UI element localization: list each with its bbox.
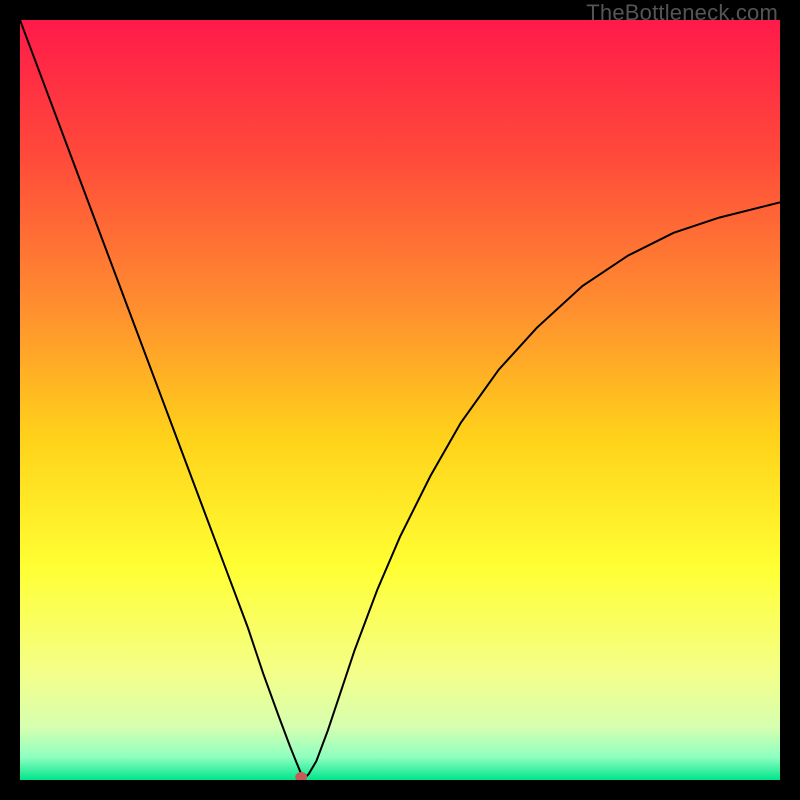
chart-background [20,20,780,780]
watermark-text: TheBottleneck.com [586,0,778,26]
chart-frame [20,20,780,780]
chart-svg [20,20,780,780]
